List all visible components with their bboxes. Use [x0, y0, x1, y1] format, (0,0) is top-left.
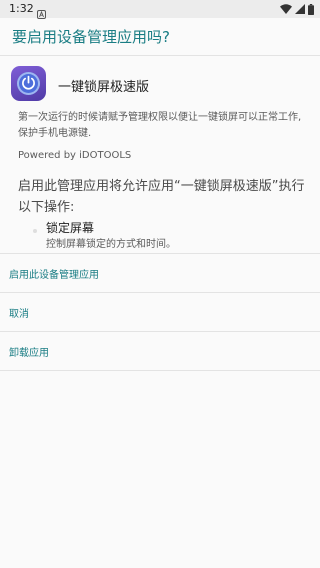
bullet-icon — [33, 229, 37, 233]
battery-icon — [308, 3, 314, 15]
app-name: 一键锁屏极速版 — [58, 80, 150, 95]
cancel-button[interactable]: 取消 — [0, 293, 320, 331]
power-icon — [20, 74, 37, 96]
title-divider — [0, 55, 320, 56]
device-admin-screen: 1:32 要启用设备管理应用吗? 一键锁屏极速版 第一次运行的时候请赋予管理权限… — [0, 0, 320, 568]
status-time: 1:32 — [9, 2, 34, 15]
uninstall-button[interactable]: 卸载应用 — [0, 332, 320, 370]
permission-description: 控制屏幕锁定的方式和时间。 — [46, 239, 176, 250]
wifi-icon — [280, 4, 292, 14]
app-description: 第一次运行的时候请赋予管理权限以便让一键锁屏可以正常工作,保护手机电源键. — [18, 112, 302, 139]
permission-intro: 启用此管理应用将允许应用“一键锁屏极速版”执行以下操作: — [18, 179, 305, 215]
uninstall-button-label: 卸载应用 — [9, 348, 49, 359]
activate-button[interactable]: 启用此设备管理应用 — [0, 254, 320, 292]
divider — [0, 370, 320, 371]
permission-title: 锁定屏幕 — [46, 221, 95, 235]
status-bar: 1:32 — [0, 0, 320, 19]
signal-icon — [295, 4, 305, 14]
powered-by: Powered by iDOTOOLS — [18, 150, 132, 161]
dialog-title: 要启用设备管理应用吗? — [12, 28, 170, 46]
status-icons — [280, 3, 314, 15]
app-icon — [11, 66, 46, 101]
cancel-button-label: 取消 — [9, 309, 29, 320]
notification-a-icon — [37, 4, 46, 19]
activate-button-label: 启用此设备管理应用 — [9, 270, 99, 281]
